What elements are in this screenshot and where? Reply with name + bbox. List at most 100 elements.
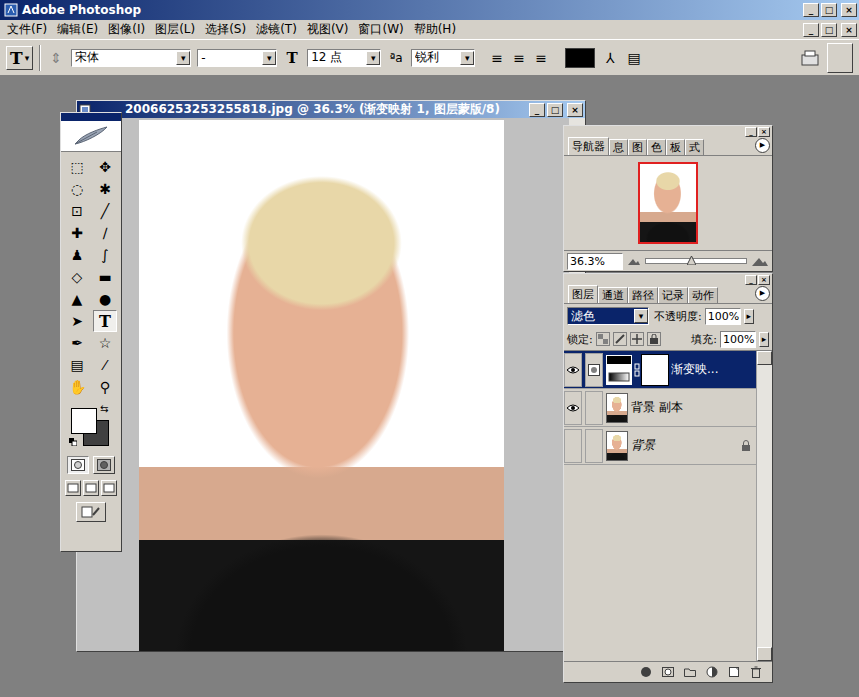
dropdown-arrow[interactable]: ▾ bbox=[634, 309, 648, 323]
menu-item[interactable]: 文件(F) bbox=[2, 21, 52, 38]
blend-mode-dropdown[interactable]: 滤色▾ bbox=[567, 307, 649, 325]
scroll-down-button[interactable] bbox=[757, 647, 772, 661]
minimize-button[interactable]: _ bbox=[803, 23, 819, 37]
palette-tab[interactable]: 记录 bbox=[658, 287, 688, 303]
palette-tab[interactable]: 通道 bbox=[598, 287, 628, 303]
antialias-dropdown[interactable]: 锐利▾ bbox=[411, 49, 475, 67]
lock-transparency[interactable] bbox=[596, 332, 610, 346]
layer-row[interactable]: 背景 副本 bbox=[564, 389, 756, 427]
quick-mask-button[interactable] bbox=[67, 456, 89, 474]
tool-button[interactable]: T bbox=[93, 310, 117, 332]
palettes-icon[interactable]: ▤ bbox=[625, 49, 643, 67]
tool-button[interactable]: ⊡ bbox=[65, 200, 89, 222]
screen-mode-button[interactable] bbox=[65, 480, 81, 496]
palette-tab[interactable]: 色 bbox=[647, 139, 666, 155]
font-style-dropdown[interactable]: -▾ bbox=[197, 49, 277, 67]
menu-item[interactable]: 图像(I) bbox=[103, 21, 150, 38]
minimize-button[interactable]: _ bbox=[745, 127, 757, 137]
menu-item[interactable]: 视图(V) bbox=[302, 21, 354, 38]
visibility-toggle[interactable] bbox=[564, 391, 582, 425]
screen-mode-button[interactable] bbox=[101, 480, 117, 496]
tool-button[interactable]: ◌ bbox=[65, 178, 89, 200]
lock-position[interactable] bbox=[630, 332, 644, 346]
tool-button[interactable]: ▲ bbox=[65, 288, 89, 310]
maximize-button[interactable]: □ bbox=[821, 23, 837, 37]
tool-button[interactable]: ✚ bbox=[65, 222, 89, 244]
dropdown-arrow[interactable]: ▾ bbox=[460, 51, 474, 65]
tool-button[interactable]: ◇ bbox=[65, 266, 89, 288]
minimize-button[interactable]: _ bbox=[745, 275, 757, 285]
dropdown-arrow[interactable]: ▾ bbox=[176, 51, 190, 65]
layers-scrollbar[interactable] bbox=[756, 351, 772, 661]
quick-mask-button[interactable] bbox=[93, 456, 115, 474]
palette-tab[interactable]: 板 bbox=[666, 139, 685, 155]
menu-item[interactable]: 选择(S) bbox=[200, 21, 251, 38]
palette-tab[interactable]: 路径 bbox=[628, 287, 658, 303]
screen-mode-button[interactable] bbox=[83, 480, 99, 496]
close-button[interactable]: × bbox=[758, 275, 770, 285]
tool-button[interactable]: ▬ bbox=[93, 266, 117, 288]
palette-tab[interactable]: 息 bbox=[609, 139, 628, 155]
tool-button[interactable]: ⁄ bbox=[93, 354, 117, 376]
fill-stepper[interactable]: ▸ bbox=[759, 332, 769, 347]
minimize-button[interactable]: _ bbox=[803, 3, 819, 17]
palette-tab[interactable]: 动作 bbox=[688, 287, 718, 303]
tool-button[interactable]: ▤ bbox=[65, 354, 89, 376]
menu-item[interactable]: 图层(L) bbox=[150, 21, 200, 38]
swap-colors-icon[interactable]: ⇆ bbox=[100, 403, 108, 414]
tool-button[interactable]: ➤ bbox=[65, 310, 89, 332]
orientation-icon[interactable]: ⇕ bbox=[47, 49, 65, 67]
zoom-field[interactable]: 36.3% bbox=[567, 253, 623, 270]
palette-tab[interactable]: 图 bbox=[628, 139, 647, 155]
dropdown-arrow[interactable]: ▾ bbox=[366, 51, 380, 65]
align-center-button[interactable]: ≡ bbox=[509, 48, 529, 68]
tool-button[interactable]: ● bbox=[93, 288, 117, 310]
tool-button[interactable]: ∫ bbox=[93, 244, 117, 266]
palette-tab[interactable]: 图层 bbox=[568, 285, 598, 303]
menu-item[interactable]: 窗口(W) bbox=[353, 21, 408, 38]
tool-button[interactable]: ⬚ bbox=[65, 156, 89, 178]
tool-button[interactable]: ∕ bbox=[93, 222, 117, 244]
menu-item[interactable]: 滤镜(T) bbox=[251, 21, 302, 38]
palette-menu-button[interactable]: ▶ bbox=[755, 286, 770, 301]
tool-button[interactable]: ♟ bbox=[65, 244, 89, 266]
dropdown-arrow[interactable]: ▾ bbox=[262, 51, 276, 65]
close-button[interactable]: × bbox=[841, 3, 857, 17]
tool-button[interactable]: ⚲ bbox=[93, 376, 117, 398]
tool-button[interactable]: ✥ bbox=[93, 156, 117, 178]
fill-field[interactable]: 100% bbox=[720, 331, 756, 348]
opacity-field[interactable]: 100% bbox=[705, 308, 741, 325]
foreground-color-swatch[interactable] bbox=[71, 408, 97, 434]
visibility-toggle[interactable] bbox=[564, 353, 582, 387]
tool-button[interactable]: ╱ bbox=[93, 200, 117, 222]
opacity-stepper[interactable]: ▸ bbox=[744, 309, 754, 324]
palette-menu-button[interactable]: ▶ bbox=[755, 138, 770, 153]
align-left-button[interactable]: ≡ bbox=[487, 48, 507, 68]
layer-row[interactable]: 背景 bbox=[564, 427, 756, 465]
close-button[interactable]: × bbox=[567, 103, 583, 117]
maximize-button[interactable]: □ bbox=[821, 3, 837, 17]
zoom-slider[interactable] bbox=[645, 258, 747, 264]
jump-to-imageready-button[interactable] bbox=[76, 502, 106, 522]
tool-button[interactable]: ✱ bbox=[93, 178, 117, 200]
tool-preset-picker[interactable]: T▾ bbox=[6, 46, 33, 70]
text-color-swatch[interactable] bbox=[565, 48, 595, 68]
align-right-button[interactable]: ≡ bbox=[531, 48, 551, 68]
minimize-button[interactable]: _ bbox=[529, 103, 545, 117]
close-button[interactable]: × bbox=[758, 127, 770, 137]
tool-button[interactable]: ☆ bbox=[93, 332, 117, 354]
visibility-toggle[interactable] bbox=[564, 429, 582, 463]
font-family-dropdown[interactable]: 宋体▾ bbox=[71, 49, 191, 67]
lock-image[interactable] bbox=[613, 332, 627, 346]
close-button[interactable]: × bbox=[841, 23, 857, 37]
layer-row[interactable]: 渐变映... bbox=[564, 351, 756, 389]
palette-tab[interactable]: 导航器 bbox=[568, 137, 609, 155]
warp-text-icon[interactable]: ⅄ bbox=[601, 49, 619, 67]
font-size-dropdown[interactable]: 12 点▾ bbox=[307, 49, 381, 67]
palette-tab[interactable]: 式 bbox=[685, 139, 704, 155]
lock-all[interactable] bbox=[647, 332, 661, 346]
menu-item[interactable]: 编辑(E) bbox=[52, 21, 103, 38]
tool-button[interactable]: ✒ bbox=[65, 332, 89, 354]
menu-item[interactable]: 帮助(H) bbox=[409, 21, 461, 38]
maximize-button[interactable]: □ bbox=[547, 103, 563, 117]
